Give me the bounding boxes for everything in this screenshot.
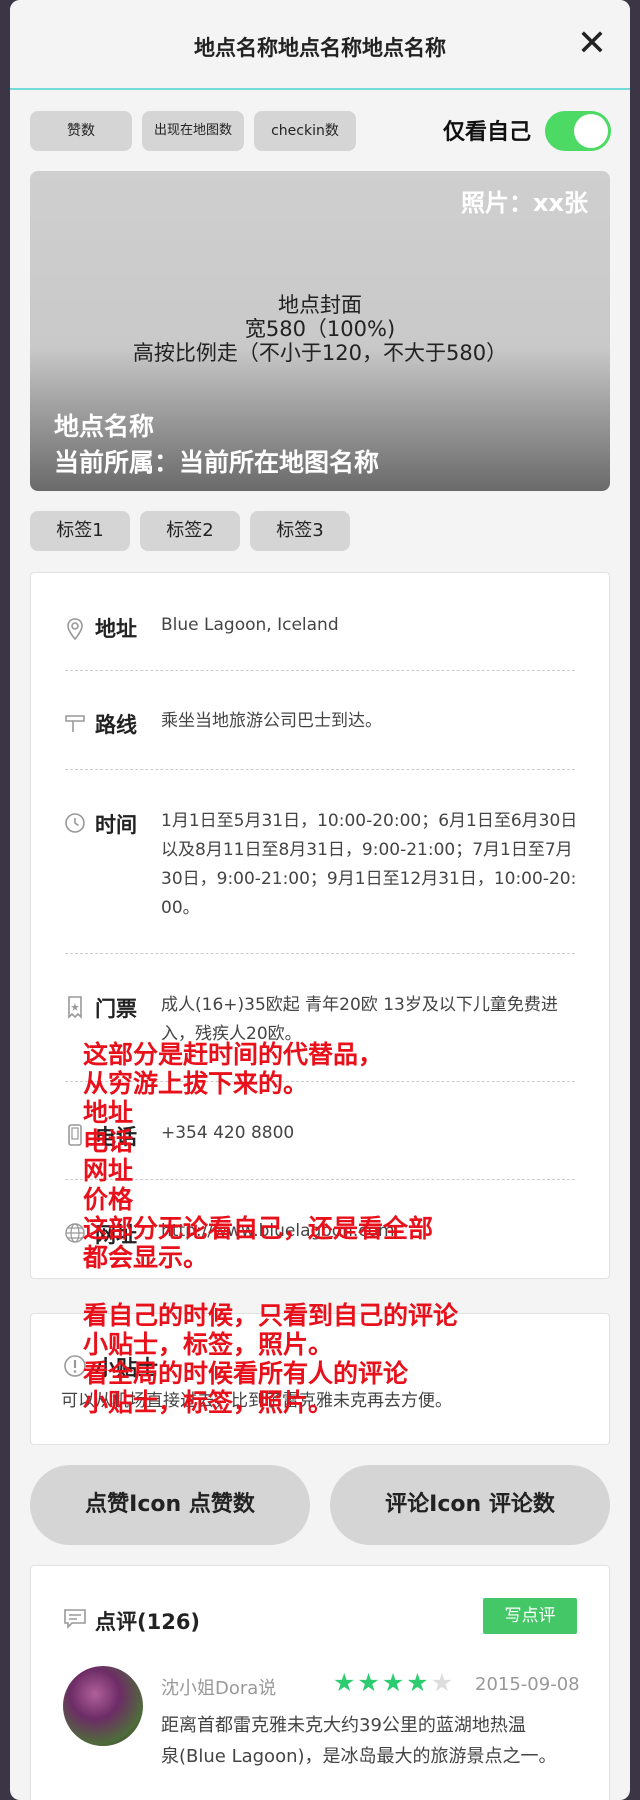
like-button[interactable]: 点赞Icon 点赞数: [30, 1465, 310, 1545]
comment-button[interactable]: 评论Icon 评论数: [330, 1465, 610, 1545]
ticket-label: 门票: [95, 997, 137, 1021]
route-value: 乘坐当地旅游公司巴士到达。: [161, 711, 382, 731]
annotation-line: 电话: [83, 1127, 134, 1156]
ticket-icon: [68, 996, 82, 1019]
close-icon[interactable]: ✕: [576, 26, 608, 62]
star-filled-icon: ★: [357, 1668, 382, 1697]
tag-1[interactable]: 标签1: [30, 511, 130, 551]
header: 地点名称地点名称地点名称 ✕: [10, 0, 630, 90]
reviews-card: 点评(126) 写点评 沈小姐Dora说 ★★★★★ 2015-09-08 距离…: [30, 1565, 610, 1800]
route-label: 路线: [95, 713, 137, 737]
only-me-label: 仅看自己: [443, 120, 532, 145]
star-filled-icon: ★: [406, 1668, 431, 1697]
annotation-line: 网址: [83, 1156, 134, 1185]
place-detail-panel: 地点名称地点名称地点名称 ✕ 赞数 出现在地图数 checkin数 仅看自己 照…: [10, 0, 630, 1800]
annotation-line: 看自己的时候，只看到自己的评论: [83, 1301, 459, 1330]
annotation-line: 这部分无论看自己，还是看全部: [83, 1214, 434, 1243]
annotation-line: 地址: [83, 1098, 134, 1127]
star-empty-icon: ★: [430, 1668, 456, 1697]
write-review-button[interactable]: 写点评: [483, 1598, 577, 1634]
review-date: 2015-09-08: [475, 1674, 580, 1695]
checkin-count-pill: checkin数: [254, 111, 356, 151]
tag-3[interactable]: 标签3: [250, 511, 350, 551]
address-value: Blue Lagoon, Iceland: [161, 615, 339, 635]
annotation-line: 价格: [83, 1185, 134, 1214]
page-title: 地点名称地点名称地点名称: [194, 36, 446, 60]
address-label: 地址: [95, 617, 137, 641]
annotation-line: 都会显示。: [83, 1243, 209, 1272]
maps-count-pill: 出现在地图数: [142, 111, 244, 151]
tag-2[interactable]: 标签2: [140, 511, 240, 551]
comment-icon: [64, 1609, 86, 1629]
likes-count-pill: 赞数: [30, 111, 132, 151]
divider: [65, 769, 575, 770]
toggle-knob: [574, 114, 608, 148]
divider: [65, 670, 575, 671]
clock-icon: [65, 813, 85, 833]
divider: [65, 953, 575, 954]
place-name: 地点名称: [54, 412, 155, 441]
location-pin-icon: [67, 618, 83, 641]
annotation-line: 小贴士，标签，照片。: [83, 1388, 334, 1417]
star-filled-icon: ★: [381, 1668, 407, 1697]
only-me-toggle[interactable]: [545, 111, 611, 151]
review-text-line1: 距离首都雷克雅未克大约39公里的蓝湖地热温: [161, 1715, 526, 1736]
reviews-title: 点评(126): [95, 1610, 201, 1634]
annotation-line: 看全局的时候看所有人的评论: [83, 1359, 409, 1388]
cover-photo[interactable]: 照片：xx张 地点封面 宽580（100%) 高按比例走（不小于120，不大于5…: [30, 171, 610, 491]
current-map: 当前所属：当前所在地图名称: [54, 448, 380, 477]
star-filled-icon: ★: [333, 1668, 358, 1697]
time-label: 时间: [95, 813, 137, 837]
phone-value[interactable]: +354 420 8800: [161, 1119, 581, 1148]
photo-count: 照片：xx张: [461, 189, 588, 217]
review-user[interactable]: 沈小姐Dora说: [161, 1674, 276, 1700]
cover-placeholder-line3: 高按比例走（不小于120，不大于580）: [132, 341, 508, 365]
rating-stars: ★★★★★: [333, 1668, 455, 1697]
time-value: 1月1日至5月31日，10:00-20:00；6月1日至6月30日以及8月11日…: [161, 811, 578, 918]
annotation-line: 从穷游上拔下来的。: [83, 1069, 309, 1098]
review-text-line2: 泉(Blue Lagoon)，是冰岛最大的旅游景点之一。: [161, 1746, 557, 1767]
divider: [65, 1179, 575, 1180]
annotation-line: 小贴士，标签，照片。: [83, 1330, 334, 1359]
annotation-line: 这部分是赶时间的代替品，: [83, 1040, 384, 1069]
avatar[interactable]: [63, 1666, 143, 1746]
signpost-icon: [65, 715, 85, 732]
